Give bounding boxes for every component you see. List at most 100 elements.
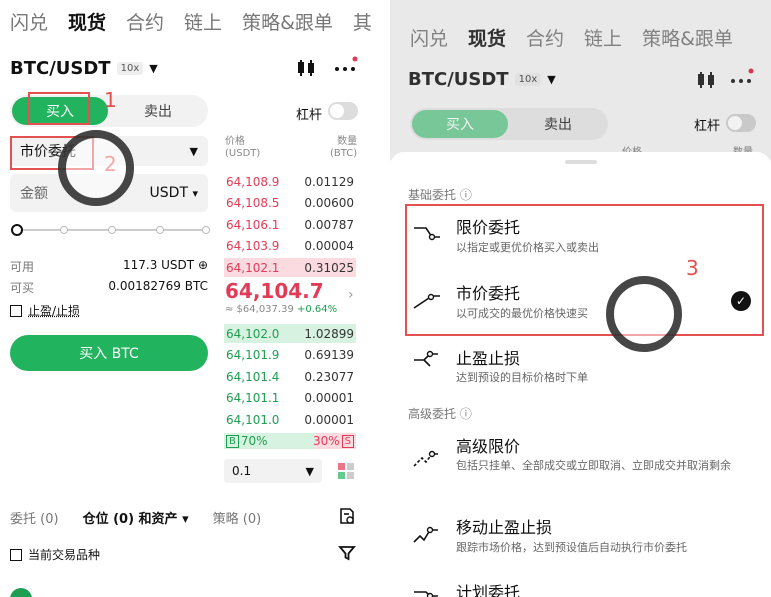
- order-price: 64,101.4: [226, 369, 280, 384]
- slider-step[interactable]: [202, 226, 210, 234]
- bid-row[interactable]: 64,101.1 0.00001: [224, 389, 356, 408]
- order-size: 1.02899: [304, 326, 354, 341]
- order-size: 0.69139: [304, 348, 354, 362]
- slider-step[interactable]: [156, 226, 164, 234]
- panel-divider: [383, 0, 390, 597]
- order-price: 64,103.9: [226, 239, 280, 253]
- tab-strategy[interactable]: 策略&跟单: [242, 8, 333, 35]
- tab-onchain[interactable]: 链上: [184, 8, 222, 35]
- last-price-sub: ≈ $64,037.39 +0.64%: [225, 304, 338, 315]
- ask-row[interactable]: 64,108.5 0.00600: [224, 194, 356, 213]
- slider-handle[interactable]: [11, 224, 23, 236]
- leverage-badge: 10x: [116, 62, 144, 75]
- right-screen: 闪兑 现货 合约 链上 策略&跟单 BTC/USDT 10x ▼ 买入 卖出 杠…: [390, 0, 771, 597]
- can-buy-value: 0.00182769 BTC: [108, 279, 208, 293]
- buy-btc-button[interactable]: 买入 BTC: [10, 335, 208, 371]
- available-label: 可用: [10, 260, 35, 274]
- margin-toggle[interactable]: [328, 102, 358, 120]
- can-buy-label: 可买: [10, 281, 35, 295]
- slider-step[interactable]: [108, 226, 116, 234]
- order-price: 64,101.9: [226, 348, 280, 362]
- annotation-box-order-options: [405, 204, 764, 336]
- order-size: 0.31025: [304, 260, 354, 275]
- checkbox-icon: [10, 304, 22, 317]
- last-price: 64,104.7: [225, 279, 324, 303]
- bid-row[interactable]: 64,102.0 1.02899: [224, 324, 356, 343]
- tpsl-checkbox[interactable]: 止盈/止损: [10, 302, 80, 319]
- bottom-tabs: 委托 (0) 仓位 (0) 和资产 ▾ 策略 (0): [10, 508, 261, 527]
- current-pair-checkbox[interactable]: 当前交易品种: [10, 546, 100, 563]
- order-size: 0.01129: [304, 174, 354, 189]
- slider-step[interactable]: [60, 226, 68, 234]
- ask-row[interactable]: 64,108.9 0.01129: [224, 172, 356, 191]
- caret-down-icon: ▼: [149, 62, 158, 75]
- order-price: 64,101.1: [226, 391, 280, 405]
- sheet-handle[interactable]: [565, 160, 597, 164]
- option-title: 计划委托: [456, 583, 521, 597]
- bid-row[interactable]: 64,101.4 0.23077: [224, 367, 356, 386]
- history-icon[interactable]: [338, 507, 356, 529]
- avatar: [10, 588, 32, 597]
- order-size: 0.00600: [304, 196, 354, 210]
- candlestick-icon[interactable]: [296, 58, 316, 83]
- tpsl-label: 止盈/止损: [28, 304, 81, 318]
- left-screen: 闪兑 现货 合约 链上 策略&跟单 其 BTC/USDT 10x ▼ 买入 卖出…: [0, 0, 383, 597]
- bid-row[interactable]: 64,101.0 0.00001: [224, 410, 356, 429]
- bid-row[interactable]: 64,101.9 0.69139: [224, 346, 356, 365]
- sell-tab[interactable]: 卖出: [110, 97, 206, 125]
- margin-label: 杠杆: [296, 108, 323, 123]
- annotation-box-buy: [28, 92, 90, 125]
- option-desc: 包括只挂单、全部成交或立即取消、立即成交并取消剩余: [456, 459, 731, 472]
- more-icon[interactable]: [334, 56, 358, 83]
- add-circle-icon[interactable]: ⊕: [198, 258, 208, 272]
- filter-icon[interactable]: [338, 544, 356, 566]
- order-size: 0.00787: [304, 217, 354, 232]
- ob-qty-header: 数量 (BTC): [330, 136, 358, 159]
- pair-selector[interactable]: BTC/USDT 10x ▼: [10, 58, 158, 79]
- tab-other[interactable]: 其: [353, 8, 372, 35]
- amount-label: 金额: [20, 186, 48, 202]
- checkbox-icon: [10, 548, 22, 561]
- buy-sell-ratio: B 70% 30% S: [224, 433, 356, 449]
- tab-strategies[interactable]: 策略 (0): [213, 508, 262, 527]
- advanced-limit-icon: [413, 450, 440, 467]
- tab-orders[interactable]: 委托 (0): [10, 508, 59, 527]
- order-type-sheet: 基础委托 ⓘ 限价委托 以指定或更优价格买入或卖出 市价委托 以可成交的最优价格…: [390, 152, 771, 597]
- tab-futures[interactable]: 合约: [126, 8, 164, 35]
- chevron-right-icon[interactable]: ›: [348, 287, 354, 303]
- ask-row[interactable]: 64,103.9 0.00004: [224, 237, 356, 256]
- annotation-number-3: 3: [686, 256, 699, 280]
- amount-unit-select[interactable]: USDT ▾: [150, 185, 198, 201]
- section-basic: 基础委托 ⓘ: [408, 188, 472, 202]
- available-value: 117.3 USDT: [122, 258, 195, 272]
- precision-select[interactable]: 0.1 ▼: [224, 459, 322, 483]
- option-title: 高级限价: [456, 437, 521, 456]
- ask-row[interactable]: 64,102.1 0.31025: [224, 258, 356, 277]
- ask-row[interactable]: 64,106.1 0.00787: [224, 215, 356, 234]
- order-size: 0.00001: [304, 412, 354, 427]
- annotation-number-1: 1: [104, 88, 117, 112]
- tab-positions[interactable]: 仓位 (0) 和资产 ▾: [83, 508, 189, 527]
- dim-overlay: [390, 0, 771, 160]
- amount-slider[interactable]: [11, 224, 210, 236]
- tap-indicator: [606, 276, 682, 352]
- top-nav: 闪兑 现货 合约 链上 策略&跟单 其: [10, 8, 372, 35]
- order-price: 64,108.9: [226, 174, 280, 189]
- available-row: 可用 117.3 USDT ⊕: [10, 258, 208, 275]
- tap-indicator: [58, 130, 134, 206]
- order-price: 64,101.0: [226, 412, 280, 427]
- order-price: 64,102.1: [226, 260, 280, 275]
- option-title: 移动止盈止损: [456, 518, 553, 537]
- can-buy-row: 可买 0.00182769 BTC: [10, 279, 208, 296]
- option-desc: 达到预设的目标价格时下单: [456, 371, 588, 384]
- current-pair-label: 当前交易品种: [28, 548, 101, 562]
- orderbook-layout-icon[interactable]: [336, 461, 356, 481]
- caret-down-icon: ▼: [189, 144, 198, 158]
- option-title: 止盈止损: [456, 349, 521, 368]
- option-desc: 跟踪市场价格，达到预设值后自动执行市价委托: [456, 541, 687, 554]
- section-advanced: 高级委托 ⓘ: [408, 407, 472, 421]
- precision-value: 0.1: [232, 464, 252, 478]
- tab-swap[interactable]: 闪兑: [10, 8, 48, 35]
- tab-spot[interactable]: 现货: [68, 8, 106, 35]
- order-price: 64,108.5: [226, 196, 280, 210]
